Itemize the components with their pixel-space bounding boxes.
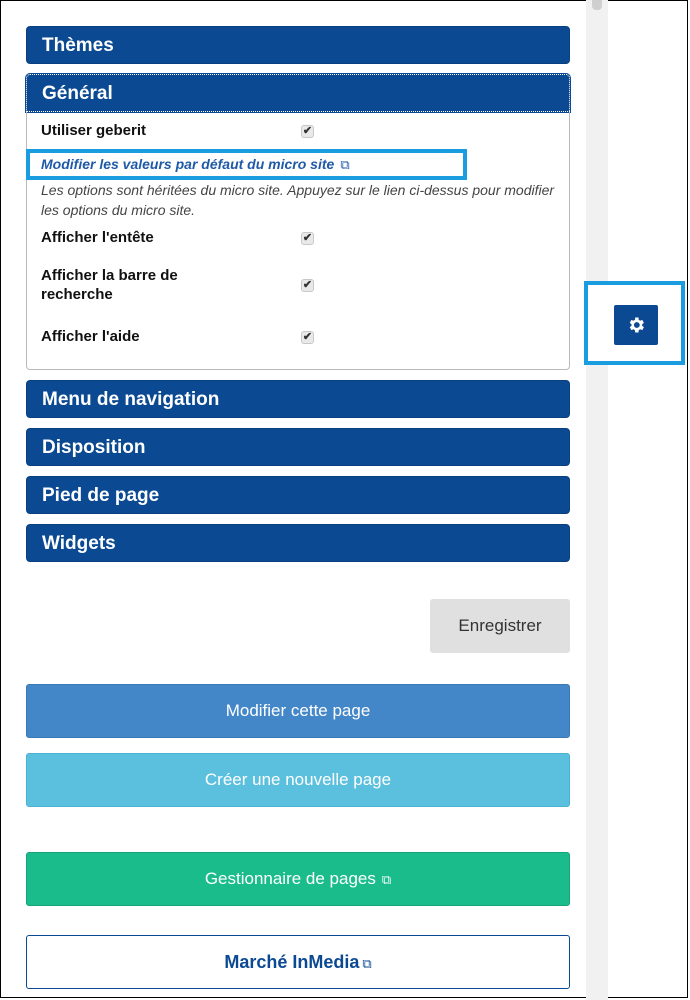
- use-geberit-checkbox[interactable]: ✔: [301, 125, 314, 138]
- micro-site-link-text: Modifier les valeurs par défaut du micro…: [41, 156, 335, 172]
- section-navigation-menu[interactable]: Menu de navigation: [26, 380, 570, 418]
- save-button[interactable]: Enregistrer: [430, 599, 570, 653]
- create-page-button[interactable]: Créer une nouvelle page: [26, 753, 570, 807]
- inmedia-market-label: Marché InMedia: [224, 952, 360, 972]
- section-footer[interactable]: Pied de page: [26, 476, 570, 514]
- general-section-body: Utiliser geberit ✔ Modifier les valeurs …: [26, 112, 570, 370]
- modify-page-button[interactable]: Modifier cette page: [26, 684, 570, 738]
- external-link-icon: ⧉: [340, 157, 350, 172]
- inheritance-note: Les options sont héritées du micro site.…: [41, 182, 555, 218]
- section-layout[interactable]: Disposition: [26, 428, 570, 466]
- section-themes[interactable]: Thèmes: [26, 26, 570, 64]
- section-general[interactable]: Général: [25, 73, 571, 113]
- use-geberit-label: Utiliser geberit: [41, 122, 147, 139]
- micro-site-defaults-link[interactable]: Modifier les valeurs par défaut du micro…: [26, 149, 467, 180]
- scrollbar-track[interactable]: [586, 0, 608, 1000]
- external-link-icon: ⧉: [381, 872, 392, 887]
- inmedia-market-button[interactable]: Marché InMedia ⧉: [26, 935, 570, 989]
- gear-icon: [629, 317, 644, 333]
- page-manager-label: Gestionnaire de pages: [204, 869, 376, 888]
- option-show-help-label: Afficher l'aide: [41, 328, 140, 345]
- option-show-search-checkbox[interactable]: ✔: [301, 279, 314, 292]
- settings-panel: Thèmes Général Utiliser geberit ✔ Modifi…: [25, 26, 571, 572]
- option-show-help-checkbox[interactable]: ✔: [301, 331, 314, 344]
- option-show-header-label: Afficher l'entête: [41, 229, 154, 246]
- settings-toggle-button[interactable]: [614, 305, 658, 345]
- option-show-search-label: Afficher la barre de recherche: [41, 267, 178, 303]
- section-widgets[interactable]: Widgets: [26, 524, 570, 562]
- external-link-icon: ⧉: [362, 956, 372, 971]
- settings-toggle-highlight: [584, 281, 685, 365]
- page-manager-button[interactable]: Gestionnaire de pages ⧉: [26, 852, 570, 906]
- option-show-header-checkbox[interactable]: ✔: [301, 232, 314, 245]
- scrollbar-thumb[interactable]: [592, 0, 602, 10]
